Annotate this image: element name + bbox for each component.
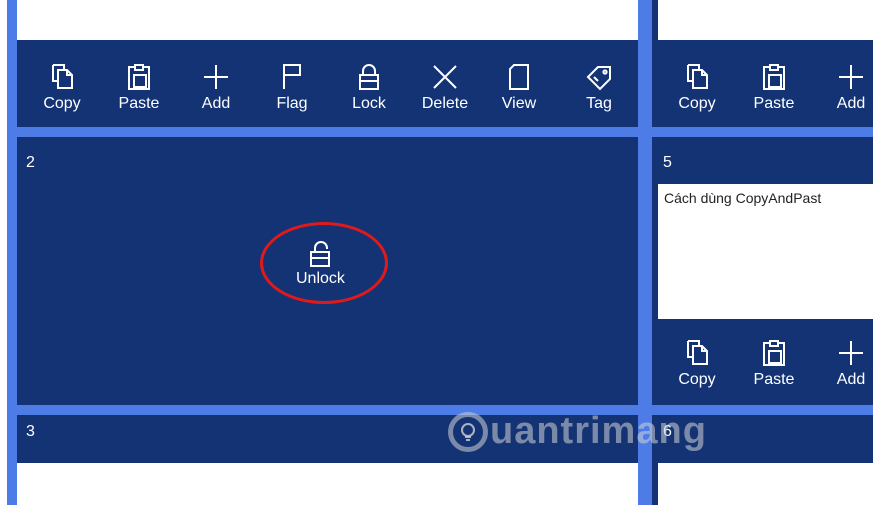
frame-row-divider-2 [7, 405, 873, 415]
note-5-panel: 5 Cách dùng CopyAndPast Copy Paste Add [652, 137, 873, 405]
note-5-number: 5 [663, 154, 672, 171]
frame-row-divider-1 [7, 127, 873, 137]
note-3-number: 3 [26, 423, 35, 440]
note-5-text-field[interactable]: Cách dùng CopyAndPast [658, 184, 873, 319]
copy-icon [52, 64, 73, 89]
flag-label: Flag [276, 95, 308, 112]
copy-button[interactable]: Copy [27, 54, 97, 122]
lightbulb-icon [448, 411, 488, 452]
delete-icon [433, 65, 457, 89]
note-1-text-field[interactable] [17, 0, 638, 40]
copy-icon [687, 340, 708, 365]
note-5-paste-button[interactable]: Paste [739, 330, 809, 398]
note-4-add-button[interactable]: Add [816, 54, 873, 122]
add-icon [839, 341, 863, 365]
note-6-text-field[interactable] [658, 463, 873, 505]
note-5-text: Cách dùng CopyAndPast [664, 190, 822, 206]
tag-icon [586, 66, 611, 91]
note-4-text-field[interactable] [658, 0, 873, 40]
view-button[interactable]: View [484, 54, 554, 122]
lock-label: Lock [352, 95, 386, 112]
note-5-copy-button[interactable]: Copy [662, 330, 732, 398]
note-4-copy-button[interactable]: Copy [662, 54, 732, 122]
watermark-text: uantrimang [490, 410, 707, 452]
note-3-text-field[interactable] [17, 463, 638, 505]
view-label: View [501, 95, 537, 112]
watermark: uantrimang [448, 410, 707, 453]
note-1-toolbar: Copy Paste Add Flag Lock Delete View Tag [17, 54, 638, 122]
paste-label: Paste [753, 371, 795, 388]
unlock-button[interactable]: Unlock [296, 240, 345, 288]
add-icon [204, 65, 228, 89]
paste-label: Paste [118, 95, 160, 112]
delete-label: Delete [421, 95, 469, 112]
add-label: Add [836, 95, 866, 112]
paste-label: Paste [753, 95, 795, 112]
note-2-panel: 2 Unlock [17, 137, 638, 405]
tag-label: Tag [586, 95, 612, 112]
delete-button[interactable]: Delete [410, 54, 480, 122]
note-4-paste-button[interactable]: Paste [739, 54, 809, 122]
copy-label: Copy [678, 95, 716, 112]
note-5-add-button[interactable]: Add [816, 330, 873, 398]
note-2-number: 2 [26, 154, 35, 171]
add-icon [839, 65, 863, 89]
paste-button[interactable]: Paste [104, 54, 174, 122]
copy-icon [687, 64, 708, 89]
flag-button[interactable]: Flag [257, 54, 327, 122]
note-4-panel: Copy Paste Add [652, 0, 873, 127]
tag-button[interactable]: Tag [564, 54, 634, 122]
note-5-toolbar: Copy Paste Add [652, 330, 873, 398]
copy-label: Copy [43, 95, 81, 112]
flag-icon [283, 64, 301, 89]
copy-label: Copy [678, 371, 716, 388]
lock-button[interactable]: Lock [334, 54, 404, 122]
unlock-icon [310, 241, 331, 267]
lock-icon [359, 64, 379, 90]
paste-icon [128, 64, 150, 90]
add-button[interactable]: Add [181, 54, 251, 122]
add-label: Add [836, 371, 866, 388]
view-icon [509, 64, 529, 90]
paste-icon [763, 340, 785, 366]
paste-icon [763, 64, 785, 90]
note-1-panel: Copy Paste Add Flag Lock Delete View Tag [17, 0, 638, 127]
note-4-toolbar: Copy Paste Add [652, 54, 873, 122]
add-label: Add [201, 95, 231, 112]
frame-left-border [7, 0, 17, 505]
unlock-label: Unlock [296, 270, 345, 287]
